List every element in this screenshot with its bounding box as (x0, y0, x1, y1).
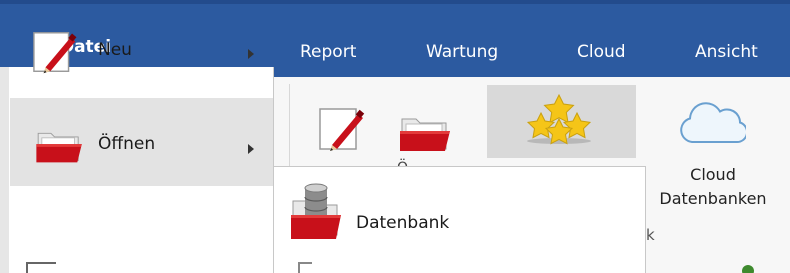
cloud-databases-label[interactable]: Cloud Datenbanken (636, 163, 790, 211)
submenu-item-partial[interactable] (298, 262, 312, 273)
menu-item-label: Öffnen (98, 134, 156, 154)
status-indicator (742, 265, 754, 273)
title-bar-edge (0, 0, 790, 4)
submenu-arrow-icon (248, 144, 254, 154)
submenu-arrow-icon (248, 49, 254, 59)
database-folder-icon (287, 183, 345, 249)
submenu-item-label: Datenbank (356, 213, 450, 233)
favorites-stars-icon[interactable] (523, 93, 595, 151)
cloud-label-line2: Datenbanken (659, 189, 767, 208)
open-submenu: Datenbank (273, 166, 646, 273)
menu-item-oeffnen[interactable]: Öffnen (10, 98, 273, 186)
ribbon-group-label: k (646, 226, 655, 244)
tab-ansicht[interactable]: Ansicht (695, 42, 758, 62)
open-folder-icon[interactable] (398, 111, 454, 159)
file-menu-rail (0, 67, 9, 273)
cloud-label-line1: Cloud (690, 165, 736, 184)
new-document-icon (32, 28, 82, 82)
tab-wartung[interactable]: Wartung (426, 42, 498, 62)
new-document-icon[interactable] (318, 106, 370, 158)
menu-item-neu[interactable]: Neu (10, 16, 273, 104)
menu-item-label: Neu (98, 40, 132, 60)
cloud-icon[interactable] (676, 98, 749, 150)
open-folder-icon (32, 126, 88, 170)
tab-report[interactable]: Report (300, 42, 356, 62)
menu-item-partial[interactable] (26, 262, 56, 273)
tab-cloud[interactable]: Cloud (577, 42, 626, 62)
submenu-item-datenbank[interactable]: Datenbank (274, 177, 645, 247)
